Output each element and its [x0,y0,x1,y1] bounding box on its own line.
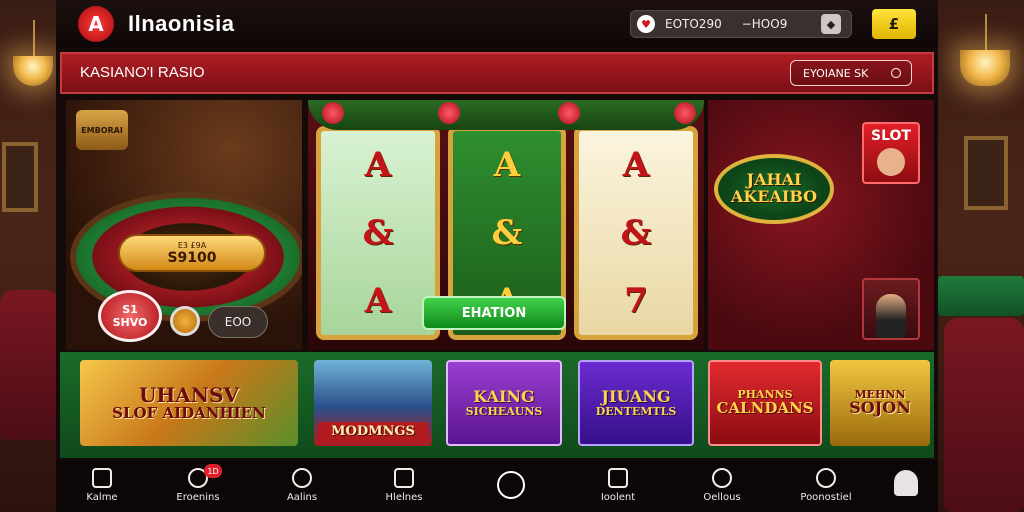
game-card-6[interactable]: MEHNN SOJON [830,360,930,446]
user-icon [816,468,836,488]
card-table-right [938,276,1024,316]
nav-item-profile[interactable]: Poonostiel [786,464,866,508]
chandelier-right [950,14,1020,124]
reel-symbol: & [620,213,652,253]
notification-badge: 1D [204,464,222,478]
nav-label: Aalins [286,492,318,503]
banner-title: KASIANO'I RASIO [80,64,205,81]
nav-label: Kalme [86,492,118,503]
banner-action-label: EYOIANE SK [803,66,869,80]
bookmark-icon [608,468,628,488]
rose-icon [322,102,344,124]
nav-label: Ioolent [600,492,636,503]
reel-symbol: A [364,281,392,321]
game-subtitle: SLOF AIDANHIEN [112,403,266,422]
bet-chip-button[interactable]: S1 SHVO [98,290,162,342]
game-subtitle: CALNDANS [716,398,814,417]
nav-label: Eroenins [176,492,220,503]
brand-logo-icon[interactable]: A [78,6,114,42]
armchair-right [944,318,1024,512]
reel-symbol: A [493,145,521,185]
nav-label: Poonostiel [800,492,852,503]
heart-icon: ♥ [637,15,655,33]
chandelier-left [8,20,58,120]
game-subtitle: DENTEMTLS [595,404,677,418]
balance-primary: EOTO290 [665,17,722,31]
game-title: KAING [473,386,535,406]
game-title: JIUANG [601,386,671,406]
casino-app: A Ilnaonisia ♥ EOTO290 −HOO9 ◆ £ KASIANO… [56,0,938,512]
nav-label: Oellous [703,492,741,503]
jackpot-amount-pill[interactable]: E3 £9A S9100 [118,234,266,272]
bell-icon [292,468,312,488]
slot-machine: A & A A & A A & 7 EHATION [308,100,704,350]
reel-symbol: A [622,145,650,185]
rose-icon [674,102,696,124]
bet-chip-value: S1 [122,303,138,316]
flower-garland [308,100,704,130]
reel-symbol: 7 [624,281,648,321]
rose-icon [438,102,460,124]
top-bar: A Ilnaonisia ♥ EOTO290 −HOO9 ◆ £ [56,0,938,48]
game-card-5[interactable]: PHANNS CALNDANS [708,360,822,446]
reel-symbol: & [491,213,523,253]
jackpot-pill-caption: E3 £9A [177,240,207,250]
secondary-bet-button[interactable]: EOO [208,306,268,338]
game-card-2[interactable]: MODMNGS [314,360,432,446]
jackpot-line-2: AKEAIBO [730,187,818,206]
section-banner: KASIANO'I RASIO EYOIANE SK [60,52,934,94]
nav-item-games[interactable]: Hlelnes [364,464,444,508]
wallet-icon[interactable]: ◆ [821,14,841,34]
nav-item-security[interactable]: Oellous [682,464,762,508]
game-title: UHANSV [138,382,240,407]
shield-icon [712,468,732,488]
home-circle-button[interactable] [497,471,525,499]
banner-action-button[interactable]: EYOIANE SK [790,60,912,86]
wall-frame-right [964,136,1008,210]
search-icon [891,68,901,78]
slot-game-card[interactable]: SLOT [862,122,920,184]
home-icon [92,468,112,488]
coin-icon[interactable] [170,306,200,336]
armchair-left [0,290,60,440]
nav-item-saved[interactable]: Ioolent [578,464,658,508]
game-subtitle: SOJON [849,398,911,418]
support-ghost-icon[interactable] [894,470,918,496]
balance-secondary: −HOO9 [741,17,788,31]
brand-name: Ilnaonisia [128,11,235,36]
game-card-1[interactable]: UHANSV SLOF AIDANHIEN [80,360,298,446]
nav-item-alerts[interactable]: Aalins [262,464,342,508]
jackpot-pill-amount: S9100 [167,249,217,266]
game-subtitle: SICHEAUNS [465,404,543,418]
casino-mini-logo: EMBORAI [76,110,128,150]
spin-button[interactable]: EHATION [422,296,566,330]
jackpot-promo[interactable]: JAHAI AKEAIBO SLOT [708,100,934,350]
nav-item-chat[interactable]: 1D Eroenins [158,464,238,508]
jackpot-badge[interactable]: JAHAI AKEAIBO [714,154,834,224]
slot-reel-3: A & 7 [574,126,698,340]
dealer-portrait-card[interactable] [862,278,920,340]
bet-chip-label: SHVO [112,316,148,329]
balance-display[interactable]: ♥ EOTO290 −HOO9 ◆ [630,10,852,38]
nav-label: Hlelnes [385,492,423,503]
games-row: UHANSV SLOF AIDANHIEN MODMNGS KAING SICHEA… [60,352,934,458]
game-card-4[interactable]: JIUANG DENTEMTLS [578,360,694,446]
nav-item-home[interactable]: Kalme [62,464,142,508]
game-card-3[interactable]: KAING SICHEAUNS [446,360,562,446]
avatar [877,148,905,176]
game-title: MODMNGS [318,422,428,442]
avatar [876,294,906,338]
slot-card-label: SLOT [871,128,911,144]
deposit-button[interactable]: £ [872,9,916,39]
reel-symbol: & [362,213,394,253]
roulette-promo[interactable]: EMBORAI E3 £9A S9100 S1 SHVO EOO [66,100,302,350]
grid-icon [394,468,414,488]
rose-icon [558,102,580,124]
reel-symbol: A [364,145,392,185]
wall-frame-left [2,142,38,212]
